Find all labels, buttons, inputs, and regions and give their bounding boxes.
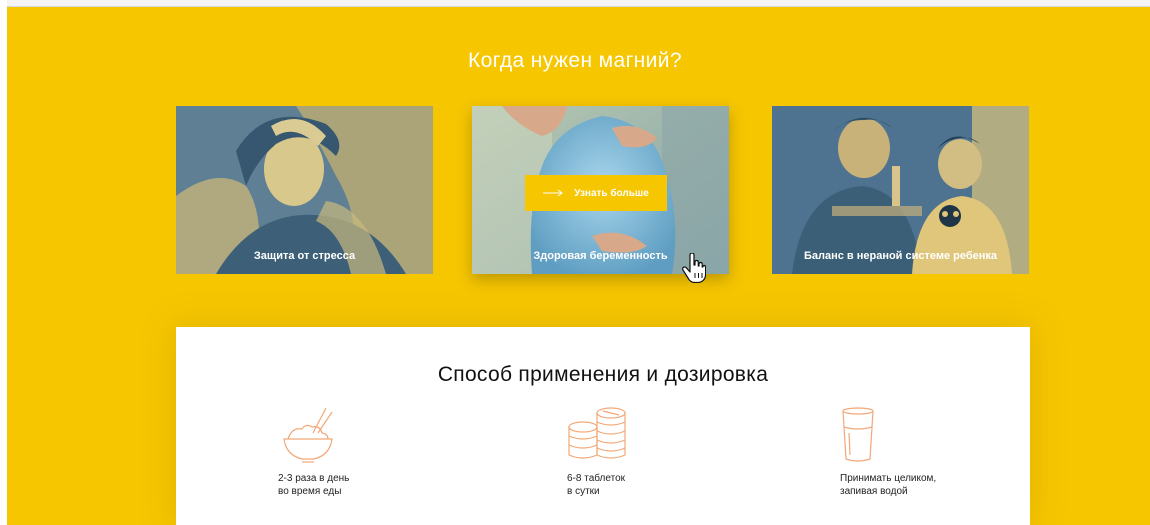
card-child-nervous-system[interactable]: Баланс в нераной системе ребенка [772, 106, 1029, 274]
learn-more-label: Узнать больше [574, 187, 649, 199]
card-label: Баланс в нераной системе ребенка [803, 250, 998, 262]
top-border [0, 0, 1150, 7]
card-stress-protection[interactable]: Защита от стресса [176, 106, 433, 274]
left-edge [0, 0, 7, 525]
usage-item-meals: 2-3 раза в день во время еды [278, 405, 428, 498]
stressed-woman-photo [176, 106, 433, 274]
learn-more-button[interactable]: Узнать больше [525, 175, 667, 211]
father-and-son-photo [772, 106, 1029, 274]
usage-item-tablets: 6-8 таблеток в сутки [567, 405, 717, 498]
usage-text: 2-3 раза в день во время еды [278, 473, 350, 497]
section-title: Когда нужен магний? [467, 49, 682, 72]
water-glass-icon [842, 407, 874, 462]
usage-item-water: Принимать целиком, запивая водой [840, 405, 990, 498]
usage-text: 6-8 таблеток в сутки [567, 473, 626, 497]
dosage-panel: Способ применения и дозировка 2-3 раза в… [176, 327, 1030, 525]
rice-bowl-icon [283, 407, 333, 463]
page: Когда нужен магний? Защита от стресса Уз… [0, 0, 1150, 525]
arrow-right-icon [543, 189, 564, 197]
card-label: Защита от стресса [253, 250, 356, 262]
hand-pointer-icon [682, 253, 706, 283]
pill-stack-icon [568, 407, 626, 459]
dosage-title: Способ применения и дозировка [437, 363, 769, 386]
card-healthy-pregnancy[interactable]: Узнать больше Здоровая беременность [472, 106, 729, 274]
usage-text: Принимать целиком, запивая водой [840, 473, 937, 497]
